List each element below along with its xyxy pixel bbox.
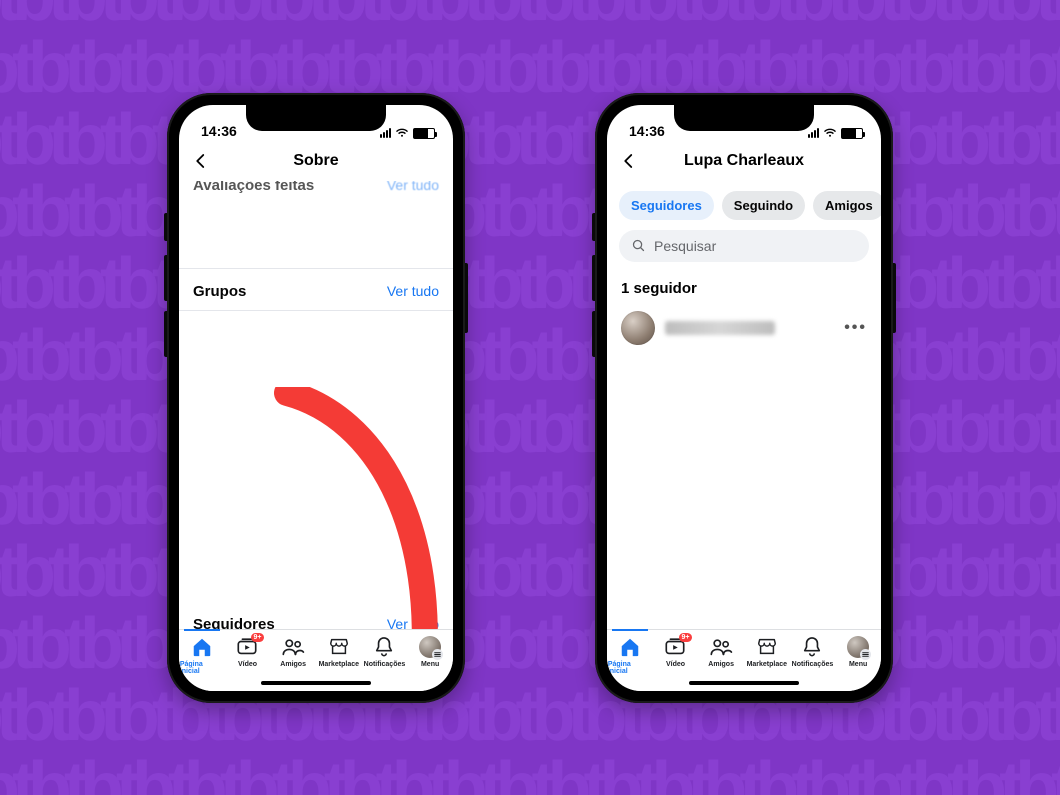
empty-area [179,310,453,602]
marketplace-icon [328,636,350,658]
tab-notifications-label: Notificações [792,661,834,668]
follower-name-redacted [665,321,775,335]
search-input[interactable]: Pesquisar [619,230,869,262]
status-icons [380,128,435,139]
wifi-icon [395,128,409,138]
home-indicator[interactable] [689,681,799,685]
tab-home[interactable]: Página inicial [608,636,652,675]
tab-video[interactable]: 9+ Vídeo [653,636,697,668]
more-options-button[interactable]: ••• [844,319,867,337]
phone-right-screen: 14:36 Lupa Charleaux Seguidores [607,105,881,691]
page-title: Lupa Charleaux [684,152,804,170]
home-icon [619,636,641,658]
video-badge: 9+ [679,633,693,642]
tab-marketplace[interactable]: Marketplace [745,636,789,668]
battery-icon [413,128,435,139]
tab-video-label: Vídeo [238,661,257,668]
tab-video-label: Vídeo [666,661,685,668]
friends-icon [281,636,305,658]
page-title: Sobre [293,152,338,170]
nav-header: Lupa Charleaux [607,141,881,181]
notch [246,105,386,131]
see-all-seguidores[interactable]: Ver tudo [387,616,439,629]
nav-header: Sobre [179,141,453,181]
tab-video[interactable]: 9+ Vídeo [225,636,269,668]
tab-notifications-label: Notificações [364,661,406,668]
see-all-avaliacoes[interactable]: Ver tudo [387,181,439,194]
battery-icon [841,128,863,139]
phone-left: 14:36 Sobre Avaliações feitas [167,93,465,703]
segment-tabs: Seguidores Seguindo Amigos [607,181,881,230]
tab-friends-label: Amigos [708,661,734,668]
search-icon [631,238,646,253]
menu-avatar-icon [847,636,869,658]
phone-right: 14:36 Lupa Charleaux Seguidores [595,93,893,703]
tab-marketplace-label: Marketplace [319,661,359,668]
avatar [621,311,655,345]
tab-menu[interactable]: Menu [836,636,880,668]
marketplace-icon [756,636,778,658]
status-icons [808,128,863,139]
tab-marketplace[interactable]: Marketplace [317,636,361,668]
section-title-avaliacoes: Avaliações feitas [193,181,314,194]
wifi-icon [823,128,837,138]
tab-amigos[interactable]: Amigos [813,191,881,220]
video-badge: 9+ [251,633,265,642]
section-avaliacoes: Avaliações feitas Ver tudo [179,181,453,204]
search-placeholder: Pesquisar [654,238,716,254]
stage: 14:36 Sobre Avaliações feitas [0,0,1060,795]
back-button[interactable] [189,149,213,173]
follower-row[interactable]: ••• [607,303,881,353]
tab-seguidores[interactable]: Seguidores [619,191,714,220]
bell-icon [802,636,822,658]
back-button[interactable] [617,149,641,173]
tab-marketplace-label: Marketplace [747,661,787,668]
notch [674,105,814,131]
tab-home[interactable]: Página inicial [180,636,224,675]
home-indicator[interactable] [261,681,371,685]
tab-friends[interactable]: Amigos [271,636,315,668]
section-grupos: Grupos Ver tudo [179,269,453,310]
tab-friends-label: Amigos [280,661,306,668]
tab-home-label: Página inicial [608,661,652,675]
video-icon: 9+ [236,636,258,658]
bell-icon [374,636,394,658]
status-time: 14:36 [201,123,237,139]
home-icon [191,636,213,658]
section-title-grupos: Grupos [193,283,246,300]
tab-seguindo[interactable]: Seguindo [722,191,805,220]
about-content[interactable]: Avaliações feitas Ver tudo Grupos Ver tu… [179,181,453,629]
video-icon: 9+ [664,636,686,658]
followers-content[interactable]: Seguidores Seguindo Amigos Pesquisar 1 s… [607,181,881,629]
tab-menu-label: Menu [849,661,867,668]
see-all-grupos[interactable]: Ver tudo [387,283,439,299]
phone-left-screen: 14:36 Sobre Avaliações feitas [179,105,453,691]
tab-notifications[interactable]: Notificações [362,636,406,668]
tab-home-label: Página inicial [180,661,224,675]
cellular-signal-icon [380,128,391,138]
tab-friends[interactable]: Amigos [699,636,743,668]
section-title-seguidores: Seguidores [193,616,275,629]
follower-count-label: 1 seguidor [607,272,881,303]
section-seguidores: Seguidores Ver tudo [179,602,453,629]
menu-avatar-icon [419,636,441,658]
status-time: 14:36 [629,123,665,139]
friends-icon [709,636,733,658]
cellular-signal-icon [808,128,819,138]
tab-menu-label: Menu [421,661,439,668]
tab-notifications[interactable]: Notificações [790,636,834,668]
tab-menu[interactable]: Menu [408,636,452,668]
